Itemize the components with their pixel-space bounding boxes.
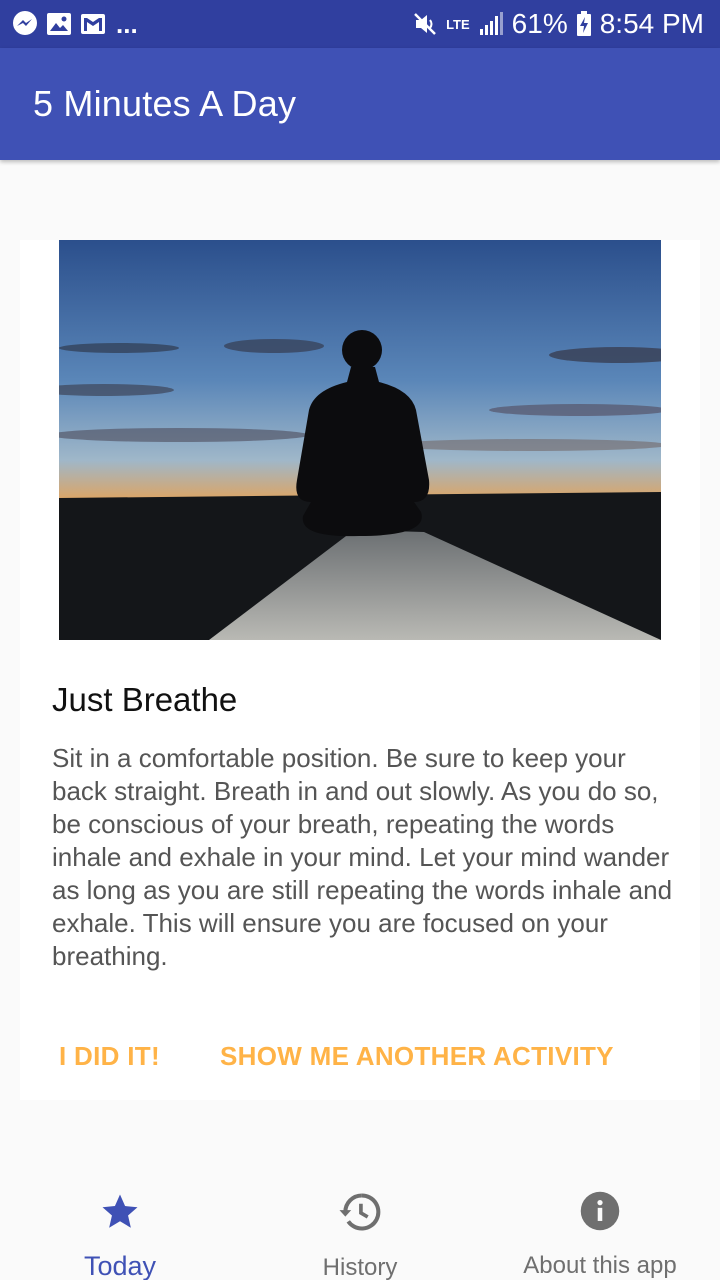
card-actions: I DID IT! SHOW ME ANOTHER ACTIVITY [20, 1036, 700, 1076]
network-type: LTE [446, 16, 470, 32]
activity-card: Just Breathe Sit in a comfortable positi… [20, 240, 700, 1100]
star-icon [98, 1190, 142, 1234]
history-icon [338, 1190, 382, 1234]
activity-image [59, 240, 661, 640]
nav-label-today: Today [83, 1251, 157, 1280]
more-notifications-indicator: ... [116, 9, 138, 39]
nav-label-about: About this app [523, 1252, 677, 1279]
bottom-navigation: Today History About this app [0, 1170, 720, 1280]
status-bar: ... LTE 61% 8:54 PM [0, 0, 720, 48]
messenger-icon [12, 11, 38, 37]
show-another-activity-button[interactable]: SHOW ME ANOTHER ACTIVITY [220, 1036, 614, 1076]
nav-item-history[interactable]: History [240, 1170, 480, 1280]
nav-label-history: History [322, 1254, 398, 1280]
activity-title: Just Breathe [52, 681, 238, 718]
image-icon [46, 11, 72, 37]
gmail-icon [80, 11, 106, 37]
mute-icon [412, 11, 438, 37]
nav-item-today[interactable]: Today [0, 1170, 240, 1280]
activity-description: Sit in a comfortable position. Be sure t… [52, 743, 673, 971]
signal-icon [478, 11, 504, 37]
app-bar: 5 Minutes A Day [0, 48, 720, 160]
clock: 8:54 PM [599, 8, 704, 39]
i-did-it-button[interactable]: I DID IT! [59, 1036, 160, 1076]
nav-item-about[interactable]: About this app [480, 1170, 720, 1280]
info-icon [578, 1190, 622, 1232]
status-system: LTE 61% 8:54 PM [412, 10, 704, 38]
app-title: 5 Minutes A Day [33, 83, 297, 124]
battery-charging-icon [576, 11, 592, 37]
battery-percent: 61% [511, 8, 568, 39]
status-notifications: ... [12, 11, 138, 37]
